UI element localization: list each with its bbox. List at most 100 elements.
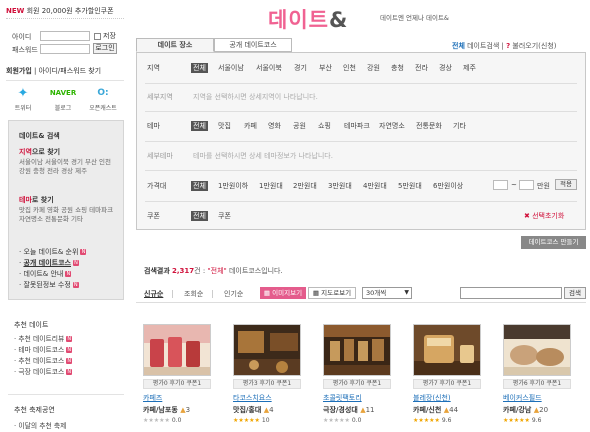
tab-date-places[interactable]: 데이트 장소: [136, 38, 214, 52]
place-card[interactable]: 평가0 후기0 쿠폰1 초콜릿팩토리 극장/경성대 ▲11 ★★★★★ 0.0: [323, 324, 391, 424]
grid-icon: ▦: [263, 289, 271, 297]
region-option[interactable]: 제주: [463, 63, 476, 73]
menu-item-report-error[interactable]: · 잘못된정보 수정 N: [19, 280, 86, 291]
reset-filter-button[interactable]: ✖ 선택초기화: [524, 211, 564, 221]
menu-item-ranking[interactable]: · 오늘 데이트& 순위 N: [19, 247, 87, 258]
password-input[interactable]: [40, 44, 90, 54]
price-apply-button[interactable]: 적용: [555, 179, 577, 190]
recommended-title: 추천 데이트: [14, 321, 49, 329]
theme-option[interactable]: 기타: [453, 121, 466, 131]
view-map-button[interactable]: ▦ 지도로보기: [308, 287, 356, 299]
theme-option[interactable]: 영화: [268, 121, 281, 131]
menu-item-public-course[interactable]: · 공개 데이트코스 N: [19, 258, 86, 269]
price-option[interactable]: 전체: [191, 181, 208, 191]
recommended-item[interactable]: · 추천 데이트코스 N: [14, 356, 73, 367]
result-search-button[interactable]: 검색: [564, 287, 586, 299]
divider: [145, 170, 577, 171]
region-option[interactable]: 경기: [294, 63, 307, 73]
region-option[interactable]: 충청: [391, 63, 404, 73]
divider: [145, 111, 577, 112]
price-max-input[interactable]: [519, 180, 534, 190]
theme-option[interactable]: 쇼핑: [318, 121, 331, 131]
site-logo[interactable]: 데이트&: [268, 4, 348, 34]
tab-public-courses[interactable]: 공개 데이트코스: [214, 38, 292, 52]
region-option[interactable]: 경상: [439, 63, 452, 73]
theme-option[interactable]: 전체: [191, 121, 208, 131]
region-option[interactable]: 인천: [343, 63, 356, 73]
place-thumbnail[interactable]: [413, 324, 481, 376]
make-course-button[interactable]: 데이트코스 만들기: [521, 236, 586, 249]
recommended-item[interactable]: · 극장 데이트코스 N: [14, 367, 73, 378]
theme-option[interactable]: 맛집: [218, 121, 231, 131]
price-option[interactable]: 4만원대: [363, 181, 387, 191]
region-option[interactable]: 전체: [191, 63, 208, 73]
recommended-item[interactable]: · 테마 데이트코스 N: [14, 345, 73, 356]
price-option[interactable]: 3만원대: [328, 181, 352, 191]
place-thumbnail[interactable]: [233, 324, 301, 376]
price-option[interactable]: 2만원대: [293, 181, 317, 191]
id-label: 아이디: [12, 33, 32, 41]
sort-views[interactable]: 조회순: [184, 289, 203, 299]
theme-links[interactable]: 맛집 카페 영화 공원 쇼핑 테마파크 자연명소 전통문화 기타: [19, 206, 119, 224]
sort-newest[interactable]: 신규순: [144, 289, 163, 299]
join-link[interactable]: 회원가입: [6, 67, 32, 75]
price-option[interactable]: 1만원대: [259, 181, 283, 191]
place-name[interactable]: 블레장(신천): [413, 393, 481, 403]
place-category: 카페/남포동 ▲3: [143, 406, 191, 414]
theme-option[interactable]: 테마파크: [344, 121, 370, 131]
region-option[interactable]: 부산: [319, 63, 332, 73]
place-card[interactable]: 평가6 후기0 쿠폰1 베이커스필드 카페/강남 ▲20 ★★★★★ 9.6: [503, 324, 571, 424]
place-thumbnail[interactable]: [503, 324, 571, 376]
price-option[interactable]: 5만원대: [398, 181, 422, 191]
left-sidebar: NEW 회원 20,000원 추가할인쿠폰 아이디 저장 패스워드 로그인 회원…: [0, 0, 128, 432]
social-twitter[interactable]: ✦ 트위터: [8, 86, 38, 113]
search-help[interactable]: 전체 데이트검색 | ? 불러오기(신청): [452, 41, 557, 51]
result-search-input[interactable]: [460, 287, 562, 299]
per-page-select[interactable]: 30개씩 ▼: [362, 287, 412, 299]
coupon-option[interactable]: 전체: [191, 211, 208, 221]
social-opencast[interactable]: O: 오픈캐스트: [88, 86, 118, 112]
coupon-option[interactable]: 쿠폰: [218, 211, 231, 221]
theme-option[interactable]: 공원: [293, 121, 306, 131]
sub-region-hint: 지역을 선택하시면 상세지역이 나타납니다.: [193, 93, 318, 101]
theme-option[interactable]: 자연명소: [379, 121, 405, 131]
place-card[interactable]: 평가0 후기0 쿠폰1 카페즈 카페/남포동 ▲3 ★★★★★ 0.0: [143, 324, 211, 424]
menu-item-guide[interactable]: · 데이트& 안내 N: [19, 269, 86, 280]
region-option[interactable]: 서울이북: [256, 63, 282, 73]
place-name[interactable]: 베이커스필드: [503, 393, 571, 403]
save-id-checkbox[interactable]: 저장: [94, 31, 116, 41]
find-account-link[interactable]: | 아이디/패스워드 찾기: [32, 67, 101, 75]
id-input[interactable]: [40, 31, 90, 41]
price-label: 가격대: [147, 182, 167, 190]
place-name[interactable]: 카페즈: [143, 393, 211, 403]
place-photo: [144, 325, 210, 375]
price-option[interactable]: 1만원이하: [218, 181, 248, 191]
promo-banner[interactable]: NEW 회원 20,000원 추가할인쿠폰: [6, 6, 114, 16]
theme-option[interactable]: 전통문화: [416, 121, 442, 131]
view-image-button[interactable]: ▦ 이미지보기: [260, 287, 306, 299]
price-option[interactable]: 6만원이상: [433, 181, 463, 191]
region-option[interactable]: 강원: [367, 63, 380, 73]
place-thumbnail[interactable]: [323, 324, 391, 376]
date-search-box: 데이트& 검색 지역으로 찾기 서울이남 서울이북 경기 부산 인천 강원 충청…: [8, 120, 124, 300]
place-category: 카페/신천 ▲44: [413, 406, 459, 414]
region-links[interactable]: 서울이남 서울이북 경기 부산 인천 강원 충청 전라 경상 제주: [19, 158, 119, 176]
recommended-item[interactable]: · 추천 데이트리뷰 N: [14, 334, 73, 345]
place-thumbnail[interactable]: [143, 324, 211, 376]
place-name[interactable]: 초콜릿팩토리: [323, 393, 391, 403]
star-rating: ★★★★★ 9.6: [413, 417, 452, 424]
social-blog[interactable]: NAVER 블로그: [48, 86, 78, 112]
opencast-icon: O:: [97, 88, 109, 98]
region-option[interactable]: 서울이남: [218, 63, 244, 73]
festival-item[interactable]: · 이달의 추천 축제: [14, 420, 66, 430]
price-tilde: ~: [511, 181, 517, 189]
place-card[interactable]: 평가3 후기0 쿠폰1 타코스치요스 맛집/홍대 ▲4 ★★★★★ 10: [233, 324, 301, 424]
theme-option[interactable]: 카페: [244, 121, 257, 131]
new-badge: N: [66, 369, 73, 375]
place-card[interactable]: 평가7 후기0 쿠폰1 블레장(신천) 카페/신천 ▲44 ★★★★★ 9.6: [413, 324, 481, 424]
region-option[interactable]: 전라: [415, 63, 428, 73]
sort-popular[interactable]: 인기순: [224, 289, 243, 299]
price-min-input[interactable]: [493, 180, 508, 190]
place-name[interactable]: 타코스치요스: [233, 393, 301, 403]
login-button[interactable]: 로그인: [93, 43, 117, 54]
